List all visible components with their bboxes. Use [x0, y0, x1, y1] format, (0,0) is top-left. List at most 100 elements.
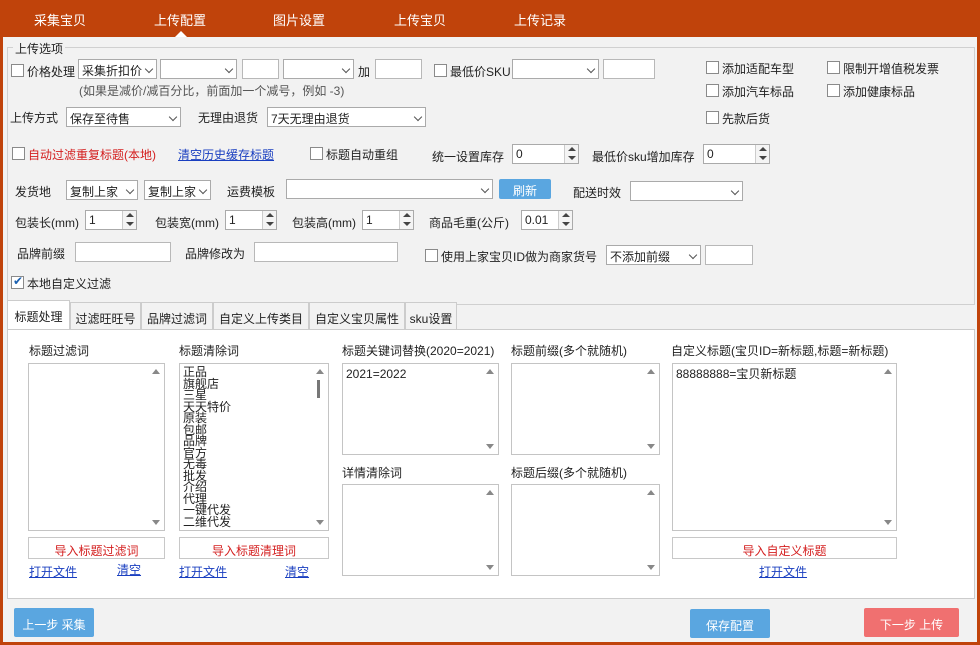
add-health-tag-checkbox[interactable]	[827, 84, 840, 97]
use-id-prefix-input[interactable]	[705, 245, 753, 265]
scroll-up-icon[interactable]	[152, 369, 160, 374]
brand-change-input[interactable]	[254, 242, 398, 262]
refresh-button[interactable]: 刷新	[499, 179, 551, 199]
filter-words-open-file-link[interactable]: 打开文件	[29, 563, 77, 580]
spinner-arrows-icon[interactable]	[755, 145, 769, 163]
lowest-sku-select[interactable]	[512, 59, 599, 79]
price-select-3[interactable]	[283, 59, 354, 79]
prev-collect-button[interactable]: 上一步 采集	[14, 608, 94, 637]
pay-first-label: 先款后货	[722, 112, 771, 126]
no-reason-return-select[interactable]: 7天无理由退货	[267, 107, 426, 127]
scroll-up-icon[interactable]	[486, 490, 494, 495]
keyword-replace-scrollbar[interactable]	[482, 364, 498, 454]
lowest-sku-input[interactable]	[603, 59, 655, 79]
scroll-down-icon[interactable]	[647, 565, 655, 570]
unify-stock-value: 0	[516, 147, 523, 161]
custom-title-textarea[interactable]: 88888888=宝贝新标题	[672, 363, 897, 531]
scroll-up-icon[interactable]	[316, 369, 324, 374]
scroll-thumb[interactable]	[317, 380, 320, 398]
import-custom-title-button[interactable]: 导入自定义标题	[672, 537, 897, 559]
title-suffix-textarea[interactable]	[511, 484, 660, 576]
title-prefix-textarea[interactable]	[511, 363, 660, 455]
title-suffix-scrollbar[interactable]	[643, 485, 659, 575]
freight-template-select[interactable]	[286, 179, 493, 199]
save-config-button[interactable]: 保存配置	[690, 609, 770, 638]
local-custom-filter-checkbox[interactable]	[11, 274, 24, 289]
delivery-time-select[interactable]	[630, 181, 743, 201]
use-id-prefix-select[interactable]: 不添加前缀	[606, 245, 701, 265]
tab-filter-wangwang[interactable]: 过滤旺旺号	[70, 302, 141, 330]
scroll-up-icon[interactable]	[486, 369, 494, 374]
detail-clean-scrollbar[interactable]	[482, 485, 498, 575]
keyword-replace-textarea[interactable]: 2021=2022	[342, 363, 499, 455]
price-input-1[interactable]	[242, 59, 279, 79]
gross-weight-spinner[interactable]: 0.01	[521, 210, 573, 230]
detail-clean-textarea[interactable]	[342, 484, 499, 576]
scroll-up-icon[interactable]	[647, 369, 655, 374]
nav-upload-items[interactable]: 上传宝贝	[394, 10, 446, 29]
nav-upload-config[interactable]: 上传配置	[154, 10, 206, 29]
pack-height-spinner[interactable]: 1	[362, 210, 414, 230]
nav-upload-records[interactable]: 上传记录	[514, 10, 566, 29]
pack-width-spinner[interactable]: 1	[225, 210, 277, 230]
scroll-down-icon[interactable]	[486, 565, 494, 570]
auto-filter-dup-checkbox[interactable]	[12, 147, 25, 160]
list-line: 88888888=宝贝新标题	[676, 367, 797, 381]
clean-words-open-file-link[interactable]: 打开文件	[179, 563, 227, 580]
config-panel: 上传选项 价格处理 采集折扣价 加 (如果是减价/减百分比，前面加一个减号，例如…	[3, 37, 977, 642]
pack-height-label: 包装高(mm)	[292, 216, 356, 230]
custom-title-scrollbar[interactable]	[880, 364, 896, 530]
price-mode-select[interactable]: 采集折扣价	[78, 59, 157, 79]
ship-from-select-2[interactable]: 复制上家	[144, 180, 211, 200]
import-clean-words-button[interactable]: 导入标题清理词	[179, 537, 329, 559]
import-filter-words-button[interactable]: 导入标题过滤词	[28, 537, 165, 559]
title-prefix-scrollbar[interactable]	[643, 364, 659, 454]
pay-first-checkbox[interactable]	[706, 111, 719, 124]
filter-words-scrollbar[interactable]	[148, 364, 164, 530]
spinner-arrows-icon[interactable]	[564, 145, 578, 163]
pack-length-value: 1	[89, 213, 96, 227]
unify-stock-spinner[interactable]: 0	[512, 144, 579, 164]
scroll-down-icon[interactable]	[884, 520, 892, 525]
filter-words-textarea[interactable]	[28, 363, 165, 531]
add-car-tag-checkbox[interactable]	[706, 84, 719, 97]
tab-brand-filter[interactable]: 品牌过滤词	[141, 302, 213, 330]
tab-sku-settings[interactable]: sku设置	[405, 302, 457, 330]
lowest-sku-checkbox[interactable]	[434, 64, 447, 77]
custom-title-open-file-link[interactable]: 打开文件	[759, 563, 807, 580]
price-hint: (如果是减价/减百分比，前面加一个减号，例如 -3)	[79, 84, 345, 98]
tab-custom-category[interactable]: 自定义上传类目	[213, 302, 309, 330]
clear-cache-link[interactable]: 清空历史缓存标题	[178, 146, 274, 163]
auto-dedup-title-checkbox[interactable]	[310, 147, 323, 160]
scroll-down-icon[interactable]	[316, 520, 324, 525]
price-process-checkbox[interactable]	[11, 64, 24, 77]
spinner-arrows-icon[interactable]	[262, 211, 276, 229]
price-add-input[interactable]	[375, 59, 422, 79]
min-sku-stock-spinner[interactable]: 0	[703, 144, 770, 164]
scroll-down-icon[interactable]	[152, 520, 160, 525]
clean-words-textarea[interactable]: 正品 旗舰店 三星 天天特价 原装 包邮 品牌 官方 无毒 批发 介绍 代理 一键代发 二维代发	[179, 363, 329, 531]
clean-words-clear-link[interactable]: 清空	[285, 563, 309, 580]
brand-prefix-input[interactable]	[75, 242, 171, 262]
scroll-down-icon[interactable]	[486, 444, 494, 449]
upload-mode-select[interactable]: 保存至待售	[66, 107, 181, 127]
spinner-arrows-icon[interactable]	[399, 211, 413, 229]
spinner-arrows-icon[interactable]	[122, 211, 136, 229]
pack-length-spinner[interactable]: 1	[85, 210, 137, 230]
limit-vat-checkbox[interactable]	[827, 61, 840, 74]
use-id-as-code-checkbox[interactable]	[425, 249, 438, 262]
scroll-down-icon[interactable]	[647, 444, 655, 449]
nav-image-settings[interactable]: 图片设置	[273, 10, 325, 29]
ship-from-select-1[interactable]: 复制上家	[66, 180, 138, 200]
scroll-up-icon[interactable]	[647, 490, 655, 495]
clean-words-scrollbar[interactable]	[312, 364, 328, 530]
scroll-up-icon[interactable]	[884, 369, 892, 374]
next-upload-button[interactable]: 下一步 上传	[864, 608, 959, 637]
tab-title-process[interactable]: 标题处理	[7, 300, 70, 330]
spinner-arrows-icon[interactable]	[558, 211, 572, 229]
price-select-2[interactable]	[160, 59, 237, 79]
tab-custom-attributes[interactable]: 自定义宝贝属性	[309, 302, 405, 330]
nav-collect[interactable]: 采集宝贝	[34, 10, 86, 29]
filter-words-clear-link[interactable]: 清空	[117, 561, 141, 578]
add-car-model-checkbox[interactable]	[706, 61, 719, 74]
